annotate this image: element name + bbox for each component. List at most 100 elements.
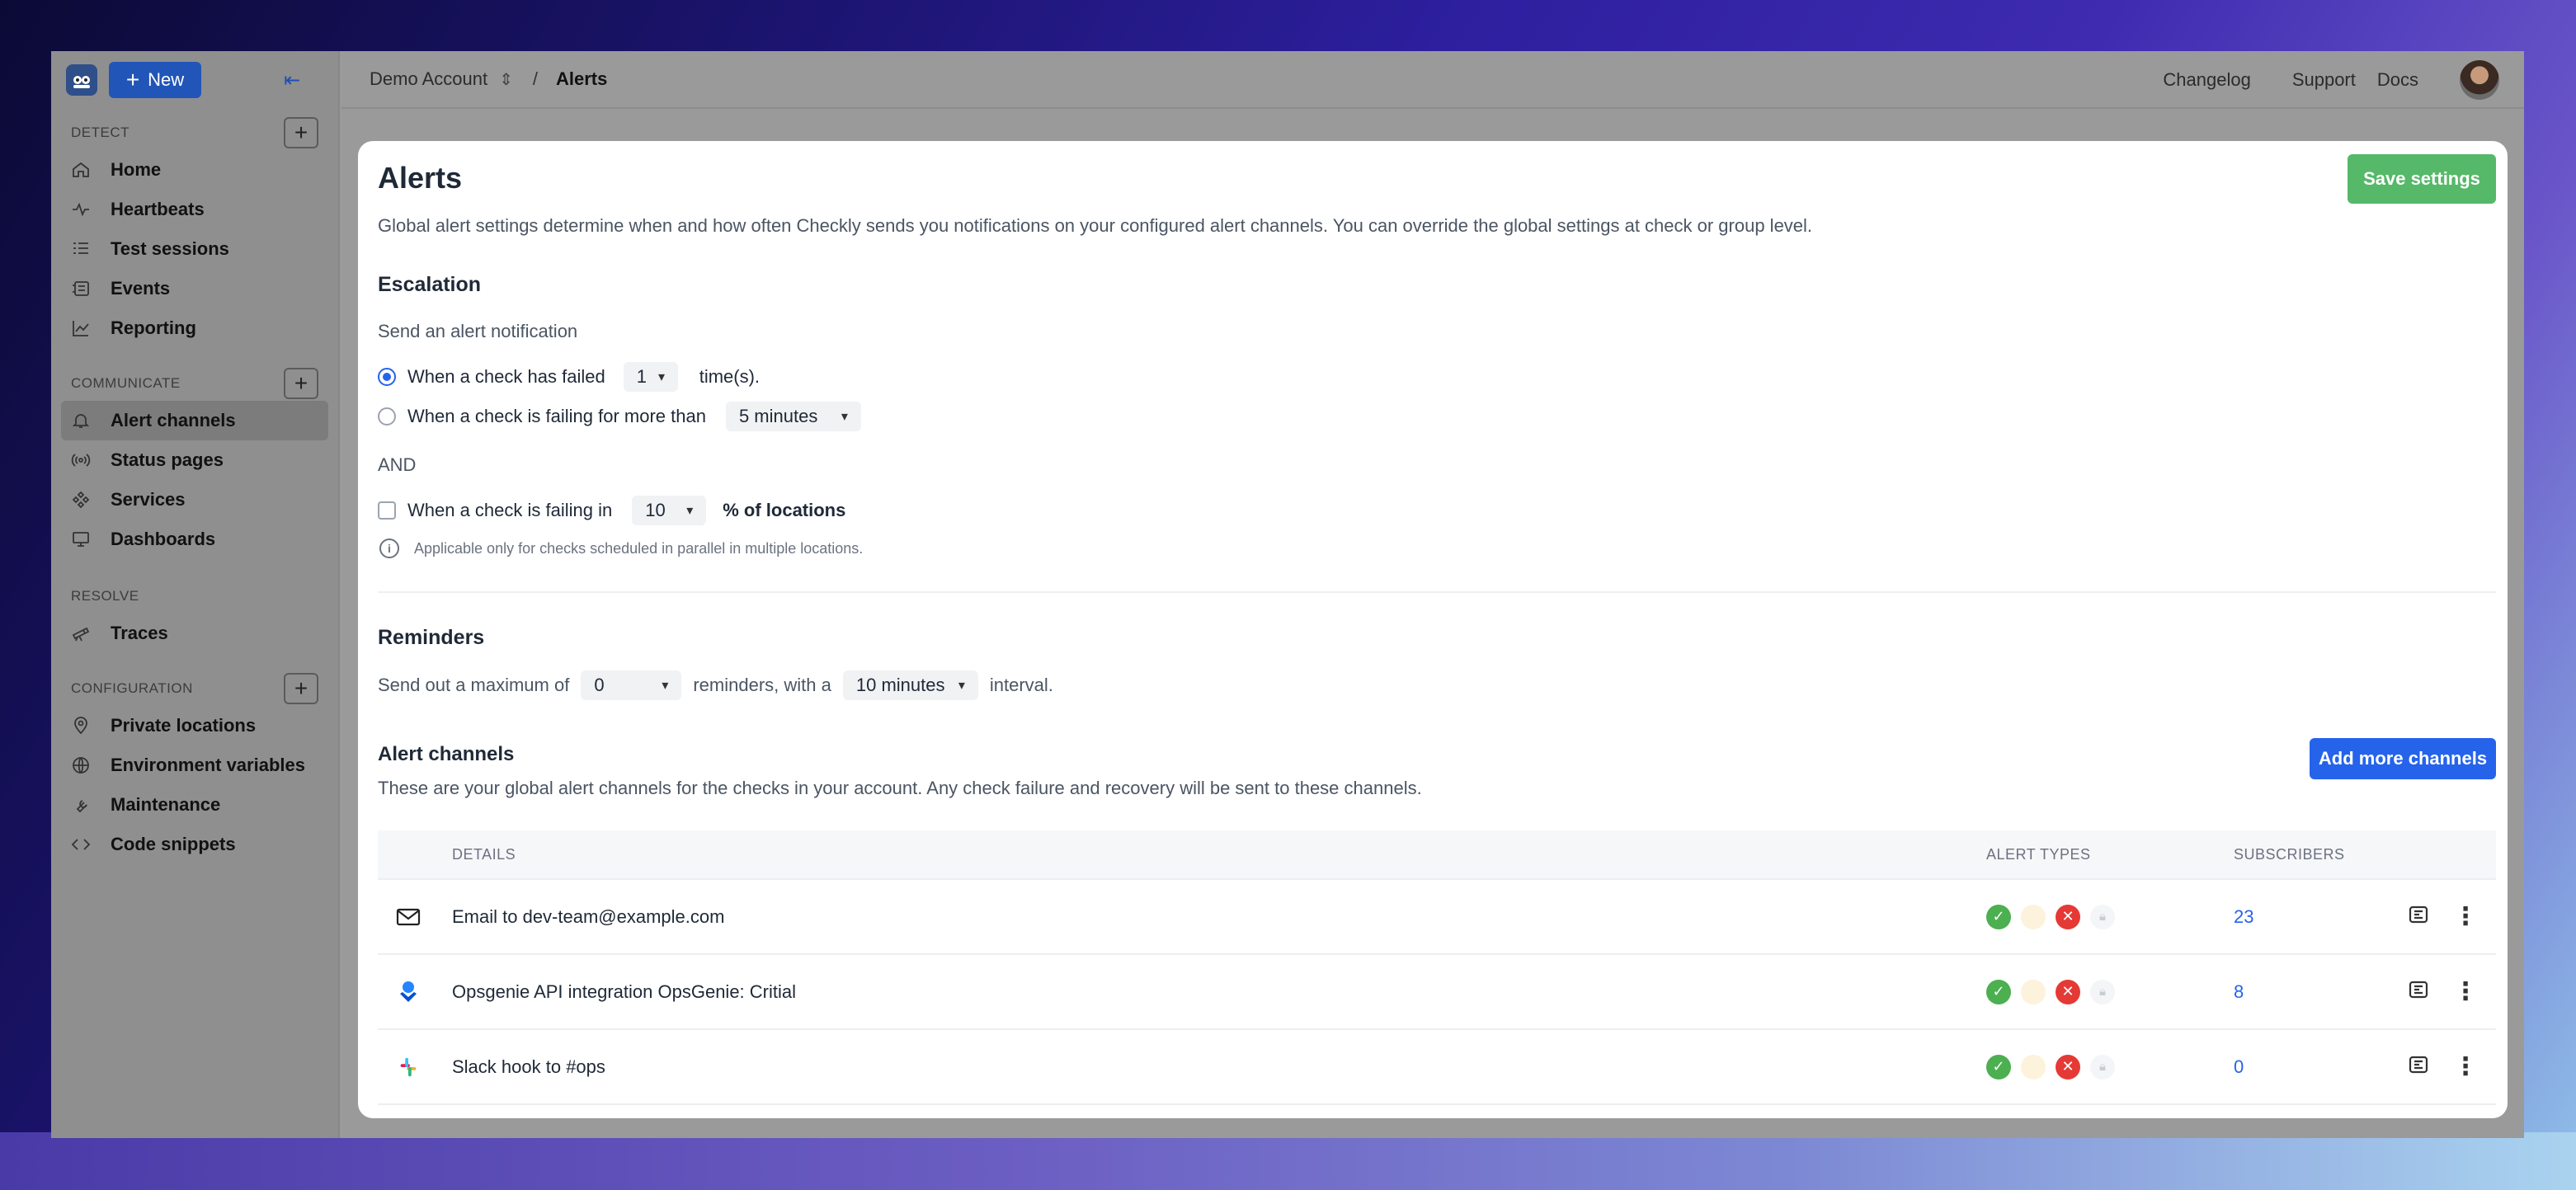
subscribers-count[interactable]: 8 (2234, 981, 2244, 1003)
option2-label: When a check is failing for more than (407, 406, 706, 426)
sidebar-item-environment-variables[interactable]: Environment variables (71, 746, 318, 785)
degraded-icon (2021, 1054, 2046, 1079)
table-row[interactable]: Email to dev-team@example.com ✓ ✕ 🔒︎ 23 … (378, 880, 2496, 955)
reminders-heading: Reminders (378, 626, 485, 649)
sidebar-item-test-sessions[interactable]: Test sessions (71, 229, 318, 269)
channel-detail[interactable]: Email to dev-team@example.com (452, 906, 724, 928)
avatar[interactable] (2460, 60, 2499, 100)
table-row[interactable]: Opsgenie API integration OpsGenie: Criti… (378, 955, 2496, 1030)
sidebar-item-heartbeats[interactable]: Heartbeats (71, 190, 318, 229)
sidebar-item-dashboards[interactable]: Dashboards (71, 520, 318, 559)
sidebar-item-label: Test sessions (111, 238, 229, 259)
more-options-icon[interactable]: ⋮ (2453, 979, 2478, 1004)
more-options-icon[interactable]: ⋮ (2453, 1054, 2478, 1079)
sidebar-item-label: Alert channels (111, 410, 236, 430)
failed-times-select[interactable]: 1 ▾ (623, 362, 678, 392)
alert-channels-description: These are your global alert channels for… (378, 778, 1422, 798)
sidebar-item-label: Traces (111, 623, 168, 643)
and-label: AND (378, 454, 417, 475)
radio-failing-duration[interactable] (378, 407, 396, 426)
option1-label: When a check has failed (407, 366, 605, 387)
recovery-check-icon: ✓ (1986, 979, 2011, 1004)
channel-detail[interactable]: Opsgenie API integration OpsGenie: Criti… (452, 981, 796, 1003)
sidebar-item-maintenance[interactable]: Maintenance (71, 785, 318, 825)
docs-link[interactable]: Docs (2377, 69, 2418, 91)
reminders-count-value: 0 (594, 675, 605, 695)
column-subscribers: SUBSCRIBERS (2234, 845, 2345, 863)
add-configuration-button[interactable]: + (284, 673, 318, 704)
locations-checkbox[interactable] (378, 501, 396, 520)
lock-icon: 🔒︎ (2090, 1054, 2115, 1079)
alerts-modal: Alerts Save settings Global alert settin… (358, 141, 2508, 1118)
reminders-suffix: interval. (989, 675, 1053, 695)
account-switcher[interactable]: Demo Account (370, 68, 487, 90)
section-title-detect: DETECT (71, 125, 130, 140)
escalation-option-failed-times[interactable]: When a check has failed 1 ▾ time(s). (378, 362, 760, 392)
section-title-communicate: COMMUNICATE (71, 375, 181, 391)
reminders-row: Send out a maximum of 0 ▾ reminders, wit… (378, 670, 1053, 700)
sidebar-item-label: Private locations (111, 715, 257, 736)
escalation-locations-row[interactable]: When a check is failing in 10 ▾ % of loc… (378, 496, 845, 525)
sidebar-item-label: Status pages (111, 449, 224, 470)
section-title-resolve: RESOLVE (71, 588, 139, 604)
save-settings-button[interactable]: Save settings (2348, 154, 2496, 204)
new-button[interactable]: + New (109, 62, 201, 98)
sidebar-item-private-locations[interactable]: Private locations (71, 706, 318, 746)
sidebar-item-events[interactable]: Events (71, 269, 318, 308)
sidebar-item-code-snippets[interactable]: Code snippets (71, 825, 318, 864)
page-title: Alerts (378, 161, 463, 195)
degraded-icon (2021, 904, 2046, 929)
chevron-up-down-icon[interactable]: ⇕ (499, 69, 513, 90)
section-divider (378, 591, 2496, 593)
add-communicate-button[interactable]: + (284, 368, 318, 399)
alert-channels-table: DETAILS ALERT TYPES SUBSCRIBERS Email to… (378, 830, 2496, 1105)
heartbeat-icon (71, 200, 91, 219)
sidebar-item-label: Heartbeats (111, 199, 205, 219)
edit-icon[interactable] (2407, 978, 2430, 1006)
add-detect-button[interactable]: + (284, 117, 318, 148)
monitor-icon (71, 529, 91, 549)
reminders-interval-select[interactable]: 10 minutes ▾ (842, 670, 978, 700)
services-icon (71, 490, 91, 510)
chevron-down-icon: ▾ (657, 370, 665, 384)
failure-x-icon: ✕ (2056, 904, 2080, 929)
reminders-count-select[interactable]: 0 ▾ (581, 670, 682, 700)
collapse-sidebar-icon[interactable]: ⇤ (284, 68, 300, 92)
failing-duration-select[interactable]: 5 minutes ▾ (725, 402, 861, 431)
sidebar-item-reporting[interactable]: Reporting (71, 308, 318, 348)
more-options-icon[interactable]: ⋮ (2453, 904, 2478, 929)
sidebar-item-label: Dashboards (111, 529, 216, 549)
locations-suffix: % of locations (723, 500, 846, 520)
checkly-logo-icon[interactable] (66, 64, 97, 96)
table-row[interactable]: Slack hook to #ops ✓ ✕ 🔒︎ 0 ⋮ (378, 1030, 2496, 1105)
sidebar-item-traces[interactable]: Traces (71, 614, 318, 653)
escalation-heading: Escalation (378, 273, 482, 296)
sidebar-item-services[interactable]: Services (71, 480, 318, 520)
subscribers-count[interactable]: 0 (2234, 1056, 2244, 1078)
channel-detail[interactable]: Slack hook to #ops (452, 1056, 605, 1078)
chevron-down-icon: ▾ (958, 679, 965, 693)
locations-percent-value: 10 (645, 500, 666, 520)
changelog-link[interactable]: Changelog (2163, 69, 2250, 91)
slack-icon (394, 1053, 422, 1081)
test-sessions-icon (71, 239, 91, 259)
add-more-channels-button[interactable]: Add more channels (2310, 738, 2496, 779)
failure-x-icon: ✕ (2056, 979, 2080, 1004)
edit-icon[interactable] (2407, 1053, 2430, 1081)
sidebar-item-home[interactable]: Home (71, 150, 318, 190)
sidebar-item-alert-channels[interactable]: Alert channels (61, 401, 328, 440)
locations-percent-select[interactable]: 10 ▾ (632, 496, 707, 525)
breadcrumb-current: Alerts (555, 68, 608, 89)
sidebar-item-status-pages[interactable]: Status pages (71, 440, 318, 480)
subscribers-count[interactable]: 23 (2234, 906, 2253, 928)
support-link[interactable]: Support (2292, 69, 2356, 91)
edit-icon[interactable] (2407, 903, 2430, 931)
option1-suffix: time(s). (699, 366, 761, 387)
escalation-option-failing-duration[interactable]: When a check is failing for more than 5 … (378, 402, 861, 431)
escalation-intro: Send an alert notification (378, 321, 578, 341)
radio-failed-times[interactable] (378, 368, 396, 386)
sidebar-item-label: Reporting (111, 317, 196, 338)
column-details: DETAILS (452, 845, 516, 863)
table-header: DETAILS ALERT TYPES SUBSCRIBERS (378, 830, 2496, 880)
globe-icon (71, 755, 91, 775)
